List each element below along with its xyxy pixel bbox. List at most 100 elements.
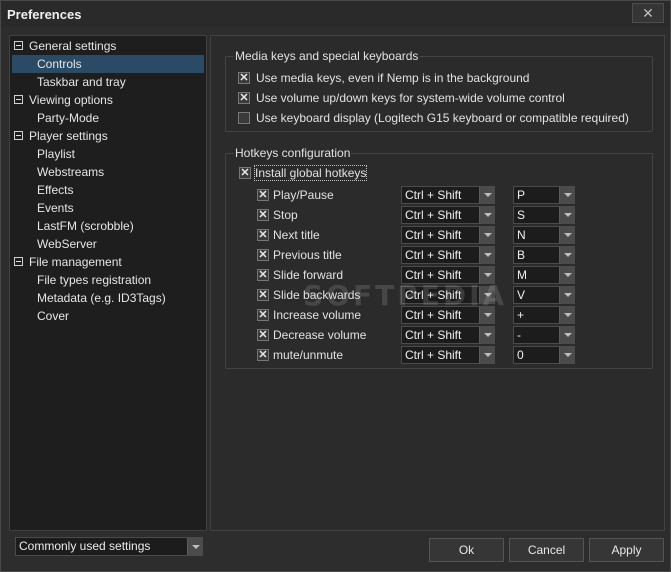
chevron-down-icon[interactable] <box>559 227 574 243</box>
hotkey-label: Play/Pause <box>273 188 334 202</box>
hotkey-modifier-select[interactable]: Ctrl + Shift <box>401 186 495 204</box>
check-icon: ✕ <box>239 72 249 84</box>
check-icon: ✕ <box>258 329 268 341</box>
check-icon: ✕ <box>258 269 268 281</box>
hotkey-label: Previous title <box>273 248 342 262</box>
install-hotkeys-checkbox[interactable]: ✕ <box>239 167 251 179</box>
hotkey-modifier-select[interactable]: Ctrl + Shift <box>401 326 495 344</box>
hotkey-modifier-select[interactable]: Ctrl + Shift <box>401 206 495 224</box>
hotkey-key-select[interactable]: B <box>513 246 575 264</box>
chevron-down-icon[interactable] <box>559 187 574 203</box>
chevron-down-icon[interactable] <box>559 267 574 283</box>
check-icon: ✕ <box>239 92 249 104</box>
check-icon: ✕ <box>258 349 268 361</box>
window-title: Preferences <box>7 7 82 22</box>
chevron-down-icon[interactable] <box>559 307 574 323</box>
hotkeys-group-title: Hotkeys configuration <box>234 146 352 160</box>
chevron-down-icon[interactable] <box>479 207 494 223</box>
hotkey-key-select[interactable]: N <box>513 226 575 244</box>
collapse-icon[interactable] <box>14 131 23 140</box>
hotkey-enable-checkbox[interactable]: ✕ <box>257 309 269 321</box>
hotkey-key-value: S <box>517 208 526 222</box>
tree-item-label: Effects <box>37 183 74 197</box>
ok-button[interactable]: Ok <box>429 538 504 562</box>
hotkey-modifier-value: Ctrl + Shift <box>405 188 462 202</box>
media-option-checkbox[interactable] <box>238 112 250 124</box>
tree-item-label: File types registration <box>37 273 152 287</box>
hotkey-key-select[interactable]: S <box>513 206 575 224</box>
hotkey-label: Stop <box>273 208 298 222</box>
hotkey-modifier-value: Ctrl + Shift <box>405 348 462 362</box>
hotkey-key-select[interactable]: - <box>513 326 575 344</box>
chevron-down-icon[interactable] <box>479 347 494 363</box>
hotkey-label: Decrease volume <box>273 328 367 342</box>
collapse-icon[interactable] <box>14 41 23 50</box>
media-keys-group-title: Media keys and special keyboards <box>234 49 420 63</box>
hotkey-enable-checkbox[interactable]: ✕ <box>257 209 269 221</box>
hotkey-key-select[interactable]: V <box>513 286 575 304</box>
collapse-icon[interactable] <box>14 257 23 266</box>
tree-item-label: Party-Mode <box>37 111 100 125</box>
hotkey-key-select[interactable]: P <box>513 186 575 204</box>
settings-filter-select[interactable]: Commonly used settings <box>15 537 203 556</box>
hotkey-enable-checkbox[interactable]: ✕ <box>257 349 269 361</box>
apply-button[interactable]: Apply <box>589 538 664 562</box>
chevron-down-icon[interactable] <box>559 327 574 343</box>
collapse-icon[interactable] <box>14 95 23 104</box>
hotkey-enable-checkbox[interactable]: ✕ <box>257 329 269 341</box>
hotkey-label: mute/unmute <box>273 348 344 362</box>
check-icon: ✕ <box>258 189 268 201</box>
hotkey-key-select[interactable]: 0 <box>513 346 575 364</box>
check-icon: ✕ <box>258 289 268 301</box>
tree-item-label: WebServer <box>37 237 97 251</box>
chevron-down-icon[interactable] <box>479 187 494 203</box>
hotkey-modifier-value: Ctrl + Shift <box>405 248 462 262</box>
install-hotkeys-label[interactable]: Install global hotkeys <box>253 165 368 181</box>
close-button[interactable]: ✕ <box>632 3 664 23</box>
chevron-down-icon[interactable] <box>559 247 574 263</box>
tree-item-label: Webstreams <box>37 165 105 179</box>
hotkey-modifier-value: Ctrl + Shift <box>405 328 462 342</box>
media-option-checkbox[interactable]: ✕ <box>238 72 250 84</box>
check-icon: ✕ <box>258 249 268 261</box>
chevron-down-icon[interactable] <box>479 247 494 263</box>
chevron-down-icon[interactable] <box>559 347 574 363</box>
hotkey-modifier-value: Ctrl + Shift <box>405 208 462 222</box>
hotkey-enable-checkbox[interactable]: ✕ <box>257 289 269 301</box>
hotkey-key-value: P <box>517 188 526 202</box>
hotkey-key-select[interactable]: + <box>513 306 575 324</box>
hotkey-modifier-select[interactable]: Ctrl + Shift <box>401 246 495 264</box>
close-icon: ✕ <box>642 5 654 21</box>
cancel-button[interactable]: Cancel <box>509 538 584 562</box>
hotkey-enable-checkbox[interactable]: ✕ <box>257 249 269 261</box>
hotkey-modifier-select[interactable]: Ctrl + Shift <box>401 346 495 364</box>
hotkey-key-value: V <box>517 288 526 302</box>
check-icon: ✕ <box>258 209 268 221</box>
hotkey-key-select[interactable]: M <box>513 266 575 284</box>
tree-item-label: Metadata (e.g. ID3Tags) <box>37 291 166 305</box>
title-bar[interactable]: Preferences ✕ <box>1 1 670 27</box>
chevron-down-icon[interactable] <box>187 538 202 555</box>
hotkey-modifier-select[interactable]: Ctrl + Shift <box>401 226 495 244</box>
hotkey-key-value: N <box>517 228 526 242</box>
hotkey-enable-checkbox[interactable]: ✕ <box>257 189 269 201</box>
tree-item-label: File management <box>29 255 122 269</box>
preferences-window: Preferences ✕ General settings Controls Ta… <box>0 0 671 572</box>
hotkey-enable-checkbox[interactable]: ✕ <box>257 269 269 281</box>
chevron-down-icon[interactable] <box>479 227 494 243</box>
media-option-label[interactable]: Use keyboard display (Logitech G15 keybo… <box>256 111 629 125</box>
settings-tree[interactable]: General settings Controls Taskbar and tray… <box>9 35 207 531</box>
settings-filter-value: Commonly used settings <box>19 539 151 553</box>
chevron-down-icon[interactable] <box>559 287 574 303</box>
tree-item[interactable]: Controls <box>12 55 204 73</box>
media-option-label[interactable]: Use media keys, even if Nemp is in the b… <box>256 71 529 85</box>
hotkey-key-value: + <box>517 308 525 322</box>
chevron-down-icon[interactable] <box>479 327 494 343</box>
hotkey-modifier-value: Ctrl + Shift <box>405 228 462 242</box>
hotkey-enable-checkbox[interactable]: ✕ <box>257 229 269 241</box>
check-icon: ✕ <box>240 167 250 179</box>
hotkey-label: Next title <box>273 228 320 242</box>
chevron-down-icon[interactable] <box>559 207 574 223</box>
media-option-label[interactable]: Use volume up/down keys for system-wide … <box>256 91 565 105</box>
media-option-checkbox[interactable]: ✕ <box>238 92 250 104</box>
